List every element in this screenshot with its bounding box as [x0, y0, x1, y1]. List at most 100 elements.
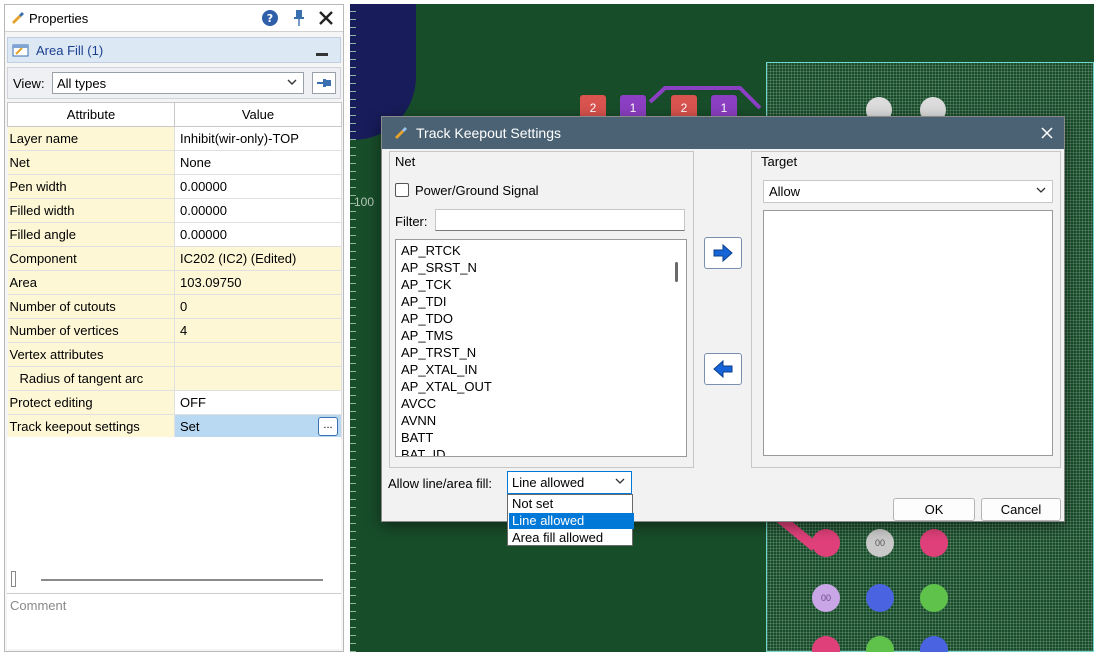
horizontal-scrollbar[interactable]	[11, 571, 341, 587]
area-fill-label: Area Fill (1)	[36, 43, 104, 58]
arrow-right-icon	[713, 243, 733, 263]
column-header-value[interactable]: Value	[174, 102, 342, 127]
table-row[interactable]: Number of vertices 4	[7, 318, 342, 343]
target-group-label: Target	[761, 154, 798, 169]
list-scrollbar-thumb[interactable]	[675, 262, 678, 282]
chevron-down-icon	[286, 76, 298, 91]
power-ground-checkbox[interactable]	[395, 183, 409, 197]
remove-from-target-button[interactable]	[704, 353, 742, 385]
collapse-icon[interactable]	[316, 53, 328, 56]
table-row[interactable]: Pen width 0.00000	[7, 174, 342, 199]
area-fill-icon	[12, 41, 30, 59]
dropdown-option-not-set[interactable]: Not set	[509, 496, 634, 512]
table-row[interactable]: Net None	[7, 150, 342, 175]
attr-value[interactable]: 0.00000	[174, 198, 342, 223]
dropdown-option-line-allowed[interactable]: Line allowed	[509, 513, 634, 529]
properties-title: Properties	[29, 11, 89, 26]
view-select-value: All types	[57, 76, 107, 91]
list-item[interactable]: BAT_ID	[401, 446, 446, 456]
list-item[interactable]: AVCC	[401, 395, 436, 412]
list-item[interactable]: AP_TRST_N	[401, 344, 476, 361]
list-item[interactable]: AP_RTCK	[401, 242, 461, 259]
table-row[interactable]: Filled width 0.00000	[7, 198, 342, 223]
view-select[interactable]: All types	[52, 72, 304, 94]
list-item[interactable]: AP_TMS	[401, 327, 453, 344]
allow-dropdown-list[interactable]: Not set Line allowed Area fill allowed	[507, 494, 634, 546]
list-item[interactable]: AP_XTAL_IN	[401, 361, 477, 378]
list-item[interactable]: AP_TDI	[401, 293, 447, 310]
allow-select[interactable]: Line allowed	[507, 471, 632, 494]
pad-round	[920, 584, 948, 612]
attr-name: Protect editing	[7, 390, 175, 415]
filter-pin-button[interactable]	[312, 72, 336, 94]
attr-name: Track keepout settings	[7, 414, 175, 439]
area-fill-header[interactable]: Area Fill (1)	[7, 37, 341, 63]
attr-value[interactable]: None	[174, 150, 342, 175]
column-header-attribute[interactable]: Attribute	[7, 102, 175, 127]
list-item[interactable]: AP_SRST_N	[401, 259, 477, 276]
attr-value: Set	[180, 419, 200, 434]
allow-label: Allow line/area fill:	[388, 476, 493, 491]
close-icon[interactable]	[317, 9, 335, 27]
attr-value	[174, 342, 342, 367]
attr-value[interactable]: OFF	[174, 390, 342, 415]
chevron-down-icon	[614, 475, 626, 490]
svg-text:?: ?	[267, 12, 273, 25]
table-row[interactable]: Layer name Inhibit(wir-only)-TOP	[7, 126, 342, 151]
pin-filter-icon	[317, 79, 331, 87]
net-group-label: Net	[395, 154, 416, 169]
attr-name: Pen width	[7, 174, 175, 199]
attr-name: Net	[7, 150, 175, 175]
dialog-title: Track Keepout Settings	[416, 125, 562, 141]
filter-input[interactable]	[435, 209, 685, 231]
dialog-titlebar[interactable]: Track Keepout Settings	[382, 117, 1064, 149]
target-select-value: Allow	[769, 184, 801, 199]
list-item[interactable]: BATT	[401, 429, 433, 446]
view-label: View:	[13, 76, 45, 91]
net-listbox[interactable]: AP_RTCK AP_SRST_N AP_TCK AP_TDI AP_TDO A…	[395, 239, 687, 457]
attr-value[interactable]: Inhibit(wir-only)-TOP	[174, 126, 342, 151]
chevron-down-icon	[1035, 184, 1047, 199]
scrollbar-thumb[interactable]	[41, 579, 323, 581]
attr-name: Component	[7, 246, 175, 271]
power-ground-label: Power/Ground Signal	[415, 183, 539, 198]
list-item[interactable]: AVNN	[401, 412, 436, 429]
attr-value[interactable]: 0.00000	[174, 174, 342, 199]
attr-name: Filled width	[7, 198, 175, 223]
pad-round	[866, 584, 894, 612]
list-item[interactable]: AP_TCK	[401, 276, 452, 293]
attr-name: Layer name	[7, 126, 175, 151]
dropdown-option-area-fill-allowed[interactable]: Area fill allowed	[509, 530, 634, 546]
list-item[interactable]: AP_TDO	[401, 310, 453, 327]
comment-area[interactable]: Comment	[7, 593, 341, 649]
table-row[interactable]: Component IC202 (IC2) (Edited)	[7, 246, 342, 271]
allow-select-value: Line allowed	[512, 475, 585, 490]
table-row[interactable]: Vertex attributes	[7, 342, 342, 367]
table-row[interactable]: Radius of tangent arc	[7, 366, 342, 391]
attr-value: IC202 (IC2) (Edited)	[174, 246, 342, 271]
table-row[interactable]: Track keepout settings Set...	[7, 414, 342, 439]
track-keepout-value-cell[interactable]: Set...	[174, 414, 342, 439]
table-row[interactable]: Area 103.09750	[7, 270, 342, 295]
attr-name: Filled angle	[7, 222, 175, 247]
attr-value[interactable]: 0.00000	[174, 222, 342, 247]
target-select[interactable]: Allow	[763, 180, 1053, 203]
table-row[interactable]: Number of cutouts 0	[7, 294, 342, 319]
ok-button[interactable]: OK	[893, 498, 975, 521]
help-icon[interactable]: ?	[261, 9, 279, 27]
attr-name: Radius of tangent arc	[7, 366, 175, 391]
filter-label: Filter:	[395, 214, 428, 229]
table-row[interactable]: Protect editing OFF	[7, 390, 342, 415]
add-to-target-button[interactable]	[704, 237, 742, 269]
cancel-button[interactable]: Cancel	[981, 498, 1061, 521]
pad-round: 00	[866, 529, 894, 557]
comment-label: Comment	[10, 598, 67, 613]
table-row[interactable]: Filled angle 0.00000	[7, 222, 342, 247]
close-icon[interactable]	[1038, 124, 1056, 142]
target-listbox[interactable]	[763, 210, 1053, 456]
pin-icon[interactable]	[290, 9, 308, 27]
list-item[interactable]: AP_XTAL_OUT	[401, 378, 492, 395]
ellipsis-button[interactable]: ...	[318, 417, 338, 436]
ruler	[350, 4, 356, 652]
attr-name: Area	[7, 270, 175, 295]
